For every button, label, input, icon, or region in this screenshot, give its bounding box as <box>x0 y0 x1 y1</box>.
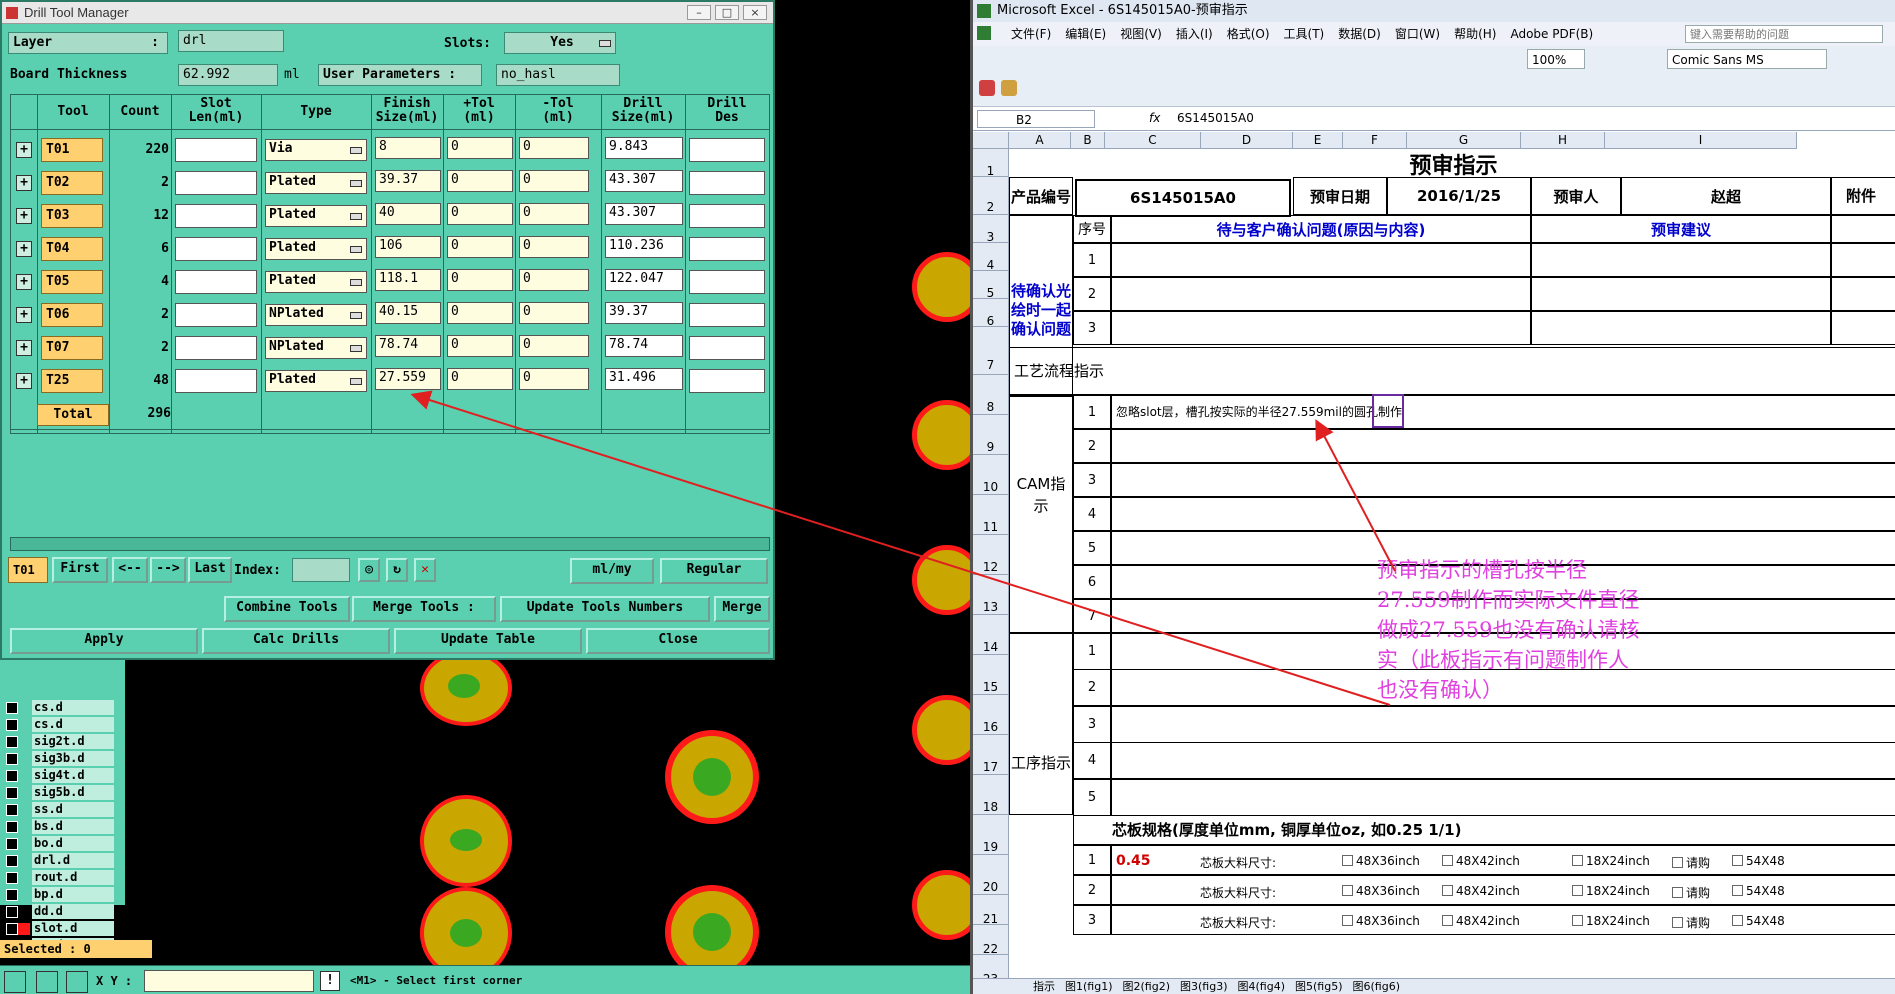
annotation-arrows <box>410 390 1396 706</box>
arrow-to-finish-size <box>410 390 1391 706</box>
arrow-to-excel-note <box>1315 419 1396 572</box>
